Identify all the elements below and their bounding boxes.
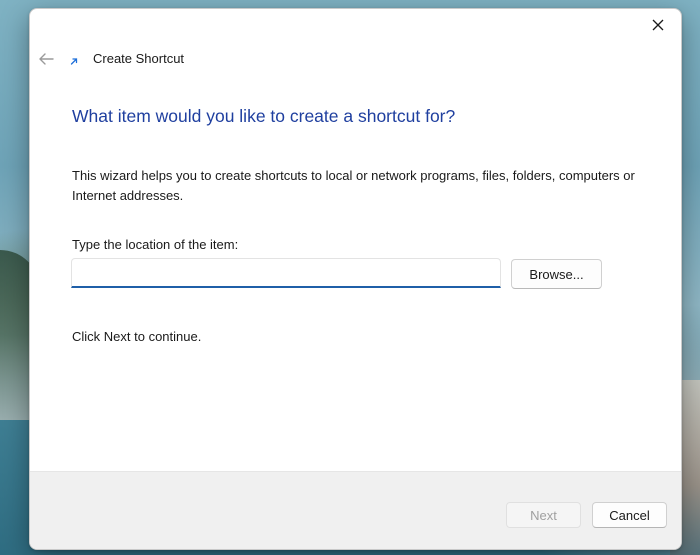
next-button[interactable]: Next xyxy=(506,502,581,528)
location-input[interactable] xyxy=(71,258,501,288)
shortcut-arrow-icon xyxy=(69,56,79,66)
dialog-header: Create Shortcut xyxy=(30,47,681,73)
close-button[interactable] xyxy=(635,9,681,41)
back-arrow-icon xyxy=(39,53,54,65)
continue-instruction: Click Next to continue. xyxy=(72,329,202,344)
wizard-description: This wizard helps you to create shortcut… xyxy=(72,168,635,203)
close-icon xyxy=(652,19,664,31)
browse-button[interactable]: Browse... xyxy=(511,259,602,289)
back-button[interactable] xyxy=(36,47,56,71)
page-heading: What item would you like to create a sho… xyxy=(72,106,456,126)
window-title: Create Shortcut xyxy=(93,51,185,66)
dialog-footer: Next Cancel xyxy=(30,471,681,549)
cancel-button[interactable]: Cancel xyxy=(592,502,667,528)
location-label: Type the location of the item: xyxy=(72,237,239,252)
create-shortcut-dialog: Create Shortcut What item would you like… xyxy=(29,8,682,550)
